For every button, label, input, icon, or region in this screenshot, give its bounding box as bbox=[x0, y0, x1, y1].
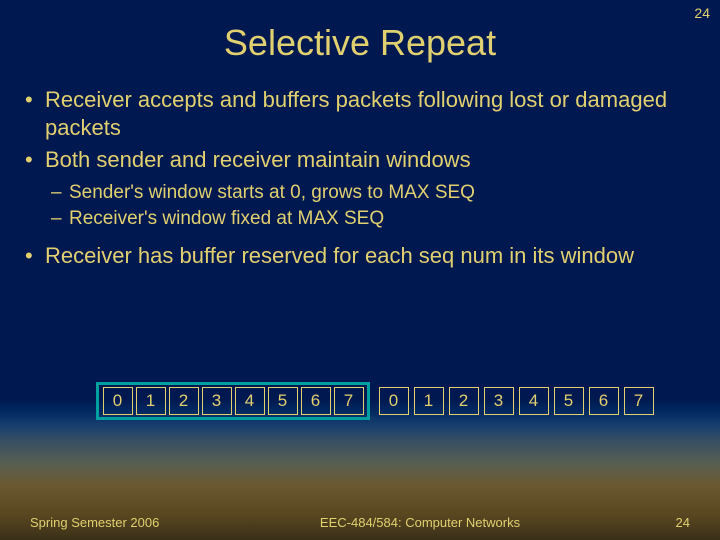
footer: Spring Semester 2006 EEC-484/584: Comput… bbox=[0, 515, 720, 530]
receiver-window: 0 1 2 3 4 5 6 7 bbox=[96, 382, 370, 420]
footer-left: Spring Semester 2006 bbox=[30, 515, 210, 530]
slide-title: Selective Repeat bbox=[0, 0, 720, 86]
seq-cell: 0 bbox=[379, 387, 409, 415]
sequence-rest: 0 1 2 3 4 5 6 7 bbox=[376, 387, 656, 415]
seq-cell: 4 bbox=[519, 387, 549, 415]
seq-cell: 3 bbox=[202, 387, 232, 415]
bullet-1: Receiver accepts and buffers packets fol… bbox=[45, 86, 690, 142]
seq-cell: 2 bbox=[169, 387, 199, 415]
page-number-top: 24 bbox=[694, 5, 710, 21]
seq-cell: 5 bbox=[268, 387, 298, 415]
subbullet-2-1: Sender's window starts at 0, grows to MA… bbox=[69, 180, 690, 206]
seq-cell: 2 bbox=[449, 387, 479, 415]
seq-cell: 5 bbox=[554, 387, 584, 415]
slide-content: Receiver accepts and buffers packets fol… bbox=[0, 86, 720, 270]
seq-cell: 6 bbox=[301, 387, 331, 415]
footer-page-number: 24 bbox=[630, 515, 690, 530]
bullet-3: Receiver has buffer reserved for each se… bbox=[45, 242, 690, 270]
seq-cell: 0 bbox=[103, 387, 133, 415]
footer-center: EEC-484/584: Computer Networks bbox=[210, 515, 630, 530]
bullet-2: Both sender and receiver maintain window… bbox=[45, 146, 690, 231]
seq-cell: 7 bbox=[624, 387, 654, 415]
seq-cell: 6 bbox=[589, 387, 619, 415]
seq-cell: 4 bbox=[235, 387, 265, 415]
seq-cell: 3 bbox=[484, 387, 514, 415]
sequence-diagram: 0 1 2 3 4 5 6 7 0 1 2 3 4 5 6 7 bbox=[96, 382, 656, 420]
seq-cell: 1 bbox=[136, 387, 166, 415]
bullet-2-text: Both sender and receiver maintain window… bbox=[45, 147, 471, 172]
subbullet-2-2: Receiver's window fixed at MAX SEQ bbox=[69, 206, 690, 232]
seq-cell: 7 bbox=[334, 387, 364, 415]
seq-cell: 1 bbox=[414, 387, 444, 415]
